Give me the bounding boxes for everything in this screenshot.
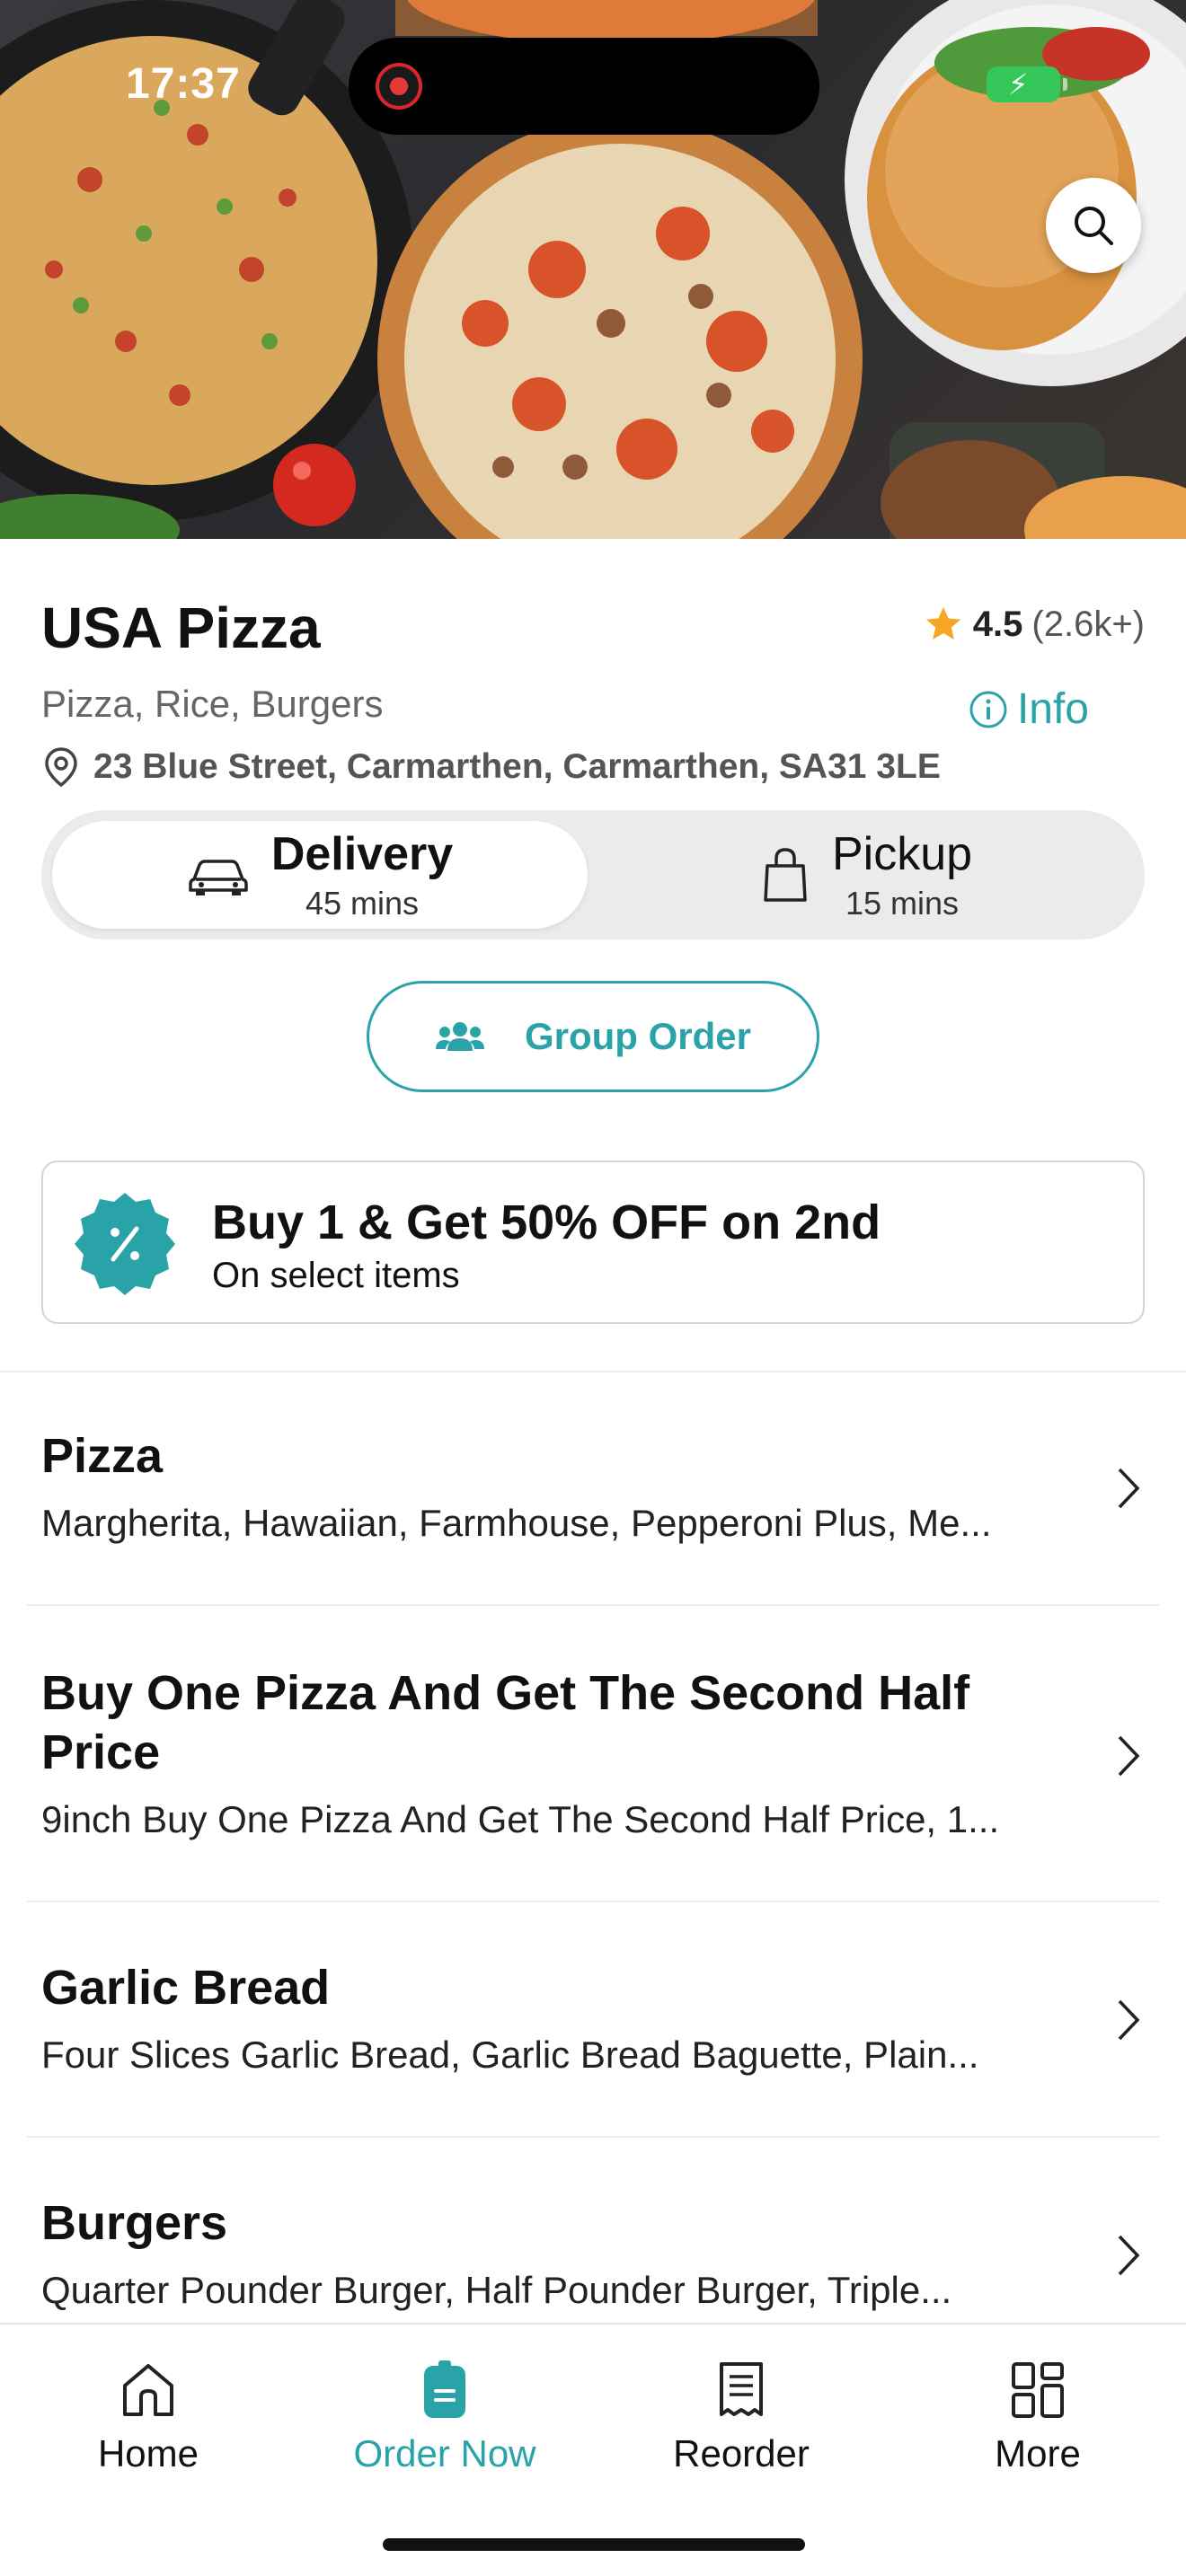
category-row-bogo-pizza[interactable]: Buy One Pizza And Get The Second Half Pr… <box>0 1606 1186 1902</box>
rating: 4.5 (2.6k+) <box>923 604 1145 645</box>
receipt-icon <box>720 2362 763 2416</box>
chevron-right-icon <box>1118 1468 1140 1509</box>
nav-label: Home <box>97 2432 199 2475</box>
delivery-label: Delivery <box>270 828 454 880</box>
pickup-option[interactable]: Pickup 15 mins <box>598 821 1134 929</box>
delivery-option[interactable]: Delivery 45 mins <box>52 821 588 929</box>
info-label: Info <box>1016 685 1089 733</box>
category-row-pizza[interactable]: Pizza Margherita, Hawaiian, Farmhouse, P… <box>0 1371 1186 1606</box>
delivery-time: 45 mins <box>305 885 420 922</box>
info-link[interactable]: Info <box>969 684 1089 734</box>
address: 23 Blue Street, Carmarthen, Carmarthen, … <box>41 745 941 789</box>
address-text: 23 Blue Street, Carmarthen, Carmarthen, … <box>93 747 941 786</box>
group-order-label: Group Order <box>524 1015 752 1057</box>
pickup-time: 15 mins <box>845 885 960 922</box>
cuisine-list: Pizza, Rice, Burgers <box>41 683 384 725</box>
search-icon <box>1075 207 1113 245</box>
category-row-garlic-bread[interactable]: Garlic Bread Four Slices Garlic Bread, G… <box>0 1902 1186 2138</box>
pickup-label: Pickup <box>831 828 973 880</box>
category-name: Pizza <box>41 1429 164 1483</box>
grid-icon <box>1012 2362 1064 2418</box>
screen-recording-icon <box>376 63 422 110</box>
nav-reorder[interactable]: Reorder <box>593 2360 890 2475</box>
hero-banner-image: 17:37 ⚡ <box>0 0 1186 539</box>
home-icon <box>123 2364 173 2416</box>
chevron-right-icon <box>1118 2235 1140 2276</box>
battery-charging-icon: ⚡ <box>987 66 1067 102</box>
promo-card[interactable]: Buy 1 & Get 50% OFF on 2nd On select ite… <box>41 1160 1145 1324</box>
discount-badge-icon <box>75 1193 175 1295</box>
category-name: Buy One Pizza And Get The Second Half Pr… <box>41 1666 970 1779</box>
rating-value: 4.5 <box>972 604 1023 644</box>
home-indicator <box>383 2538 805 2551</box>
category-name: Burgers <box>41 2196 228 2250</box>
group-users-icon <box>435 1022 484 1051</box>
chevron-right-icon <box>1118 1999 1140 2041</box>
group-order-button[interactable]: Group Order <box>367 981 819 1092</box>
nav-more[interactable]: More <box>890 2360 1186 2475</box>
nav-label: Order Now <box>353 2432 536 2475</box>
restaurant-name: USA Pizza <box>41 595 321 660</box>
status-bar-time: 17:37 <box>126 60 241 108</box>
fulfilment-toggle: Delivery 45 mins Pickup 15 mins <box>41 810 1145 940</box>
category-row-burgers[interactable]: Burgers Quarter Pounder Burger, Half Pou… <box>0 2138 1186 2323</box>
info-icon <box>969 691 1007 728</box>
category-items: Quarter Pounder Burger, Half Pounder Bur… <box>41 2269 952 2311</box>
category-items: 9inch Buy One Pizza And Get The Second H… <box>41 1798 1000 1840</box>
category-items: Margherita, Hawaiian, Farmhouse, Peppero… <box>41 1502 992 1544</box>
nav-order-now[interactable]: Order Now <box>296 2360 593 2475</box>
nav-label: Reorder <box>673 2432 810 2475</box>
star-icon <box>925 606 960 640</box>
shopping-bag-icon <box>764 848 807 902</box>
nav-home[interactable]: Home <box>0 2360 296 2475</box>
category-items: Four Slices Garlic Bread, Garlic Bread B… <box>41 2033 979 2076</box>
chevron-right-icon <box>1118 1735 1140 1777</box>
promo-subtitle: On select items <box>212 1256 460 1295</box>
car-icon <box>189 860 248 895</box>
promo-title: Buy 1 & Get 50% OFF on 2nd <box>212 1195 881 1249</box>
dynamic-island <box>349 38 819 135</box>
category-name: Garlic Bread <box>41 1961 331 2015</box>
nav-label: More <box>995 2432 1081 2475</box>
order-now-icon <box>424 2360 465 2418</box>
rating-count: (2.6k+) <box>1031 604 1145 644</box>
location-pin-icon <box>45 747 77 788</box>
search-button[interactable] <box>1046 178 1141 273</box>
